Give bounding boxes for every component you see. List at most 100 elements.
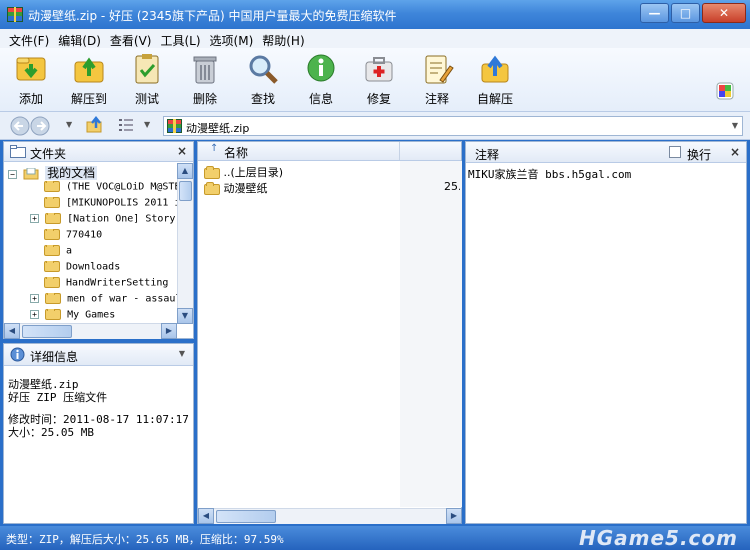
menu-bar: 文件(F) 编辑(D) 查看(V) 工具(L) 选项(M) 帮助(H) (0, 29, 750, 48)
scroll-left-icon[interactable]: ◀ (198, 508, 214, 524)
expand-icon[interactable]: + (30, 214, 39, 223)
tree-item[interactable]: + [Nation One] Story (30, 213, 177, 229)
folder-panel-close-icon[interactable]: × (177, 144, 187, 158)
wrap-checkbox[interactable] (669, 146, 681, 158)
comment-panel-close-icon[interactable]: × (730, 145, 740, 159)
minimize-button[interactable]: — (640, 3, 669, 23)
details-filetype: 好压 ZIP 压缩文件 (8, 391, 108, 404)
details-size: 大小：25.05 MB (8, 426, 94, 439)
info-icon (307, 54, 335, 82)
skin-icon[interactable] (716, 82, 734, 100)
zip-icon (167, 119, 182, 133)
tree-item[interactable]: a (44, 245, 177, 261)
folder-vscrollbar[interactable]: ▲ ▼ (177, 163, 193, 324)
close-button[interactable]: ✕ (702, 3, 746, 23)
folder-hscrollbar[interactable]: ◀ ▶ (4, 323, 177, 339)
file-list-header: ↑ 名称 (198, 142, 461, 161)
details-modified: 修改时间：2011-08-17 11:07:17 (8, 413, 189, 426)
info-icon (10, 347, 25, 362)
scroll-right-icon[interactable]: ▶ (161, 323, 177, 339)
comment-panel-title: 注释 (475, 148, 500, 162)
menu-options[interactable]: 选项(M) (207, 29, 260, 48)
scroll-thumb[interactable] (216, 510, 276, 523)
maximize-button[interactable]: □ (671, 3, 700, 23)
folder-icon (45, 213, 62, 224)
menu-file[interactable]: 文件(F) (6, 29, 55, 48)
extract-label: 解压到 (70, 92, 107, 106)
address-field[interactable]: 动漫壁纸.zip ▼ (163, 116, 743, 136)
tree-item-label: HandWriterSetting (66, 277, 169, 289)
menu-edit[interactable]: 编辑(D) (55, 29, 107, 48)
sfx-button[interactable]: 自解压 (468, 52, 522, 107)
comment-button[interactable]: 注释 (410, 52, 464, 107)
back-forward-icon[interactable] (10, 116, 60, 136)
collapse-details-icon[interactable]: ▼ (179, 349, 185, 358)
scroll-up-icon[interactable]: ▲ (177, 163, 193, 179)
scroll-thumb[interactable] (22, 325, 72, 338)
add-button[interactable]: 添加 (4, 52, 58, 107)
scroll-thumb[interactable] (179, 181, 192, 201)
address-bar: ▼ ▼ 动漫壁纸.zip ▼ (0, 112, 750, 140)
comment-text[interactable]: MIKU家族兰音 bbs.h5gal.com (468, 166, 631, 182)
info-button[interactable]: 信息 (294, 52, 348, 107)
file-row[interactable]: 动漫壁纸 25. (204, 180, 460, 196)
tree-item[interactable]: [MIKUNOPOLIS 2011 in (44, 197, 177, 213)
comment-label: 注释 (424, 92, 449, 106)
documents-icon (23, 167, 39, 180)
folder-panel-header: 文件夹 × (4, 142, 193, 162)
tree-item-root[interactable]: − 我的文档 (8, 164, 98, 180)
repair-button[interactable]: 修复 (352, 52, 406, 107)
file-size: 25. (444, 180, 460, 193)
add-icon (16, 57, 46, 81)
file-row-parent[interactable]: ..(上层目录) (204, 164, 454, 180)
tree-item-label: a (66, 245, 73, 257)
tree-item[interactable]: HandWriterSetting (44, 277, 177, 293)
title-bar: 动漫壁纸.zip - 好压 (2345旗下产品) 中国用户量最大的免费压缩软件 … (0, 0, 750, 29)
menu-view[interactable]: 查看(V) (107, 29, 158, 48)
add-label: 添加 (18, 92, 43, 106)
tree-root-label: 我的文档 (45, 166, 98, 180)
folder-icon (44, 197, 60, 208)
self-extract-icon (481, 55, 509, 83)
find-label: 查找 (250, 92, 275, 106)
address-dropdown-icon[interactable]: ▼ (732, 121, 738, 130)
expand-icon[interactable]: + (30, 294, 39, 303)
tree-item[interactable]: (THE VOC@LOiD M@STER) (44, 181, 177, 197)
tree-item-label: 770410 (66, 229, 103, 241)
view-list-icon[interactable] (118, 118, 134, 132)
history-dropdown-icon[interactable]: ▼ (66, 120, 72, 129)
sfx-label: 自解压 (476, 92, 513, 106)
menu-help[interactable]: 帮助(H) (259, 29, 310, 48)
expand-icon[interactable]: + (30, 310, 39, 319)
menu-tools[interactable]: 工具(L) (157, 29, 206, 48)
scroll-left-icon[interactable]: ◀ (4, 323, 20, 339)
file-list-hscrollbar[interactable]: ◀ ▶ (198, 508, 462, 524)
tree-item[interactable]: 770410 (44, 229, 177, 245)
file-list-panel: ↑ 名称 ..(上层目录) 动漫壁纸 25. ◀ ▶ (197, 141, 462, 524)
collapse-icon[interactable]: − (8, 169, 17, 179)
find-button[interactable]: 查找 (236, 52, 290, 107)
scroll-right-icon[interactable]: ▶ (446, 508, 462, 524)
magnifier-icon (249, 55, 278, 84)
details-filename: 动漫壁纸.zip (8, 378, 79, 391)
tree-item[interactable]: Downloads (44, 261, 177, 277)
tree-item-label: (THE VOC@LOiD M@STER) (66, 181, 177, 193)
delete-button[interactable]: 删除 (178, 52, 232, 107)
folder-icon (10, 145, 26, 158)
tree-item[interactable]: + men of war - assault (30, 293, 177, 309)
extract-icon (74, 57, 104, 83)
comment-panel-header: 注释 换行 × (466, 142, 746, 163)
view-dropdown-icon[interactable]: ▼ (144, 120, 150, 129)
up-folder-icon[interactable] (86, 116, 104, 134)
extract-button[interactable]: 解压到 (62, 52, 116, 107)
column-header-name[interactable]: ↑ 名称 (198, 142, 400, 160)
tree-item-label: My Games (67, 309, 116, 321)
folder-icon (204, 181, 220, 195)
watermark: HGame5.com (578, 526, 738, 550)
folder-up-icon (204, 165, 220, 179)
scroll-down-icon[interactable]: ▼ (177, 308, 193, 324)
test-button[interactable]: 测试 (120, 52, 174, 107)
folder-panel-title: 文件夹 (30, 147, 67, 161)
folder-icon (44, 261, 60, 272)
first-aid-kit-icon (365, 57, 393, 82)
